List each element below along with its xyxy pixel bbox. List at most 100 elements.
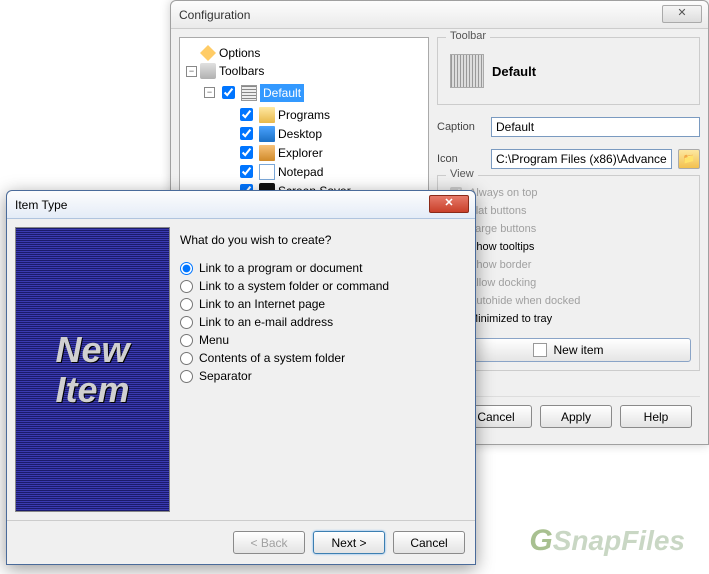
tree-label-default: Default [260, 84, 304, 102]
new-item-button[interactable]: New item [446, 338, 691, 362]
view-group-title: View [446, 168, 478, 180]
collapse-icon[interactable]: − [204, 87, 215, 98]
radio-option[interactable]: Link to a system folder or command [180, 279, 467, 293]
item-close-button[interactable]: ✕ [429, 195, 469, 213]
radio-input[interactable] [180, 280, 193, 293]
help-button[interactable]: Help [620, 405, 692, 428]
config-titlebar[interactable]: Configuration ✕ [171, 1, 708, 29]
watermark: GSnapFiles [529, 524, 685, 558]
icon-row: Icon 📁 [437, 149, 700, 169]
wizard-graphic: New Item [15, 227, 170, 512]
watermark-prefix: G [529, 524, 552, 557]
view-option: Always on top [446, 184, 691, 202]
tree-node-item[interactable]: Notepad [222, 162, 422, 181]
tree-item-icon [259, 107, 275, 123]
radio-option[interactable]: Separator [180, 369, 467, 383]
new-item-icon [533, 343, 547, 357]
new-item-label: New item [553, 343, 603, 357]
radio-label: Link to an e-mail address [199, 315, 333, 329]
wizard-question: What do you wish to create? [180, 233, 467, 247]
radio-input[interactable] [180, 298, 193, 311]
view-option: Large buttons [446, 220, 691, 238]
radio-label: Contents of a system folder [199, 351, 345, 365]
view-option: Autohide when docked [446, 292, 691, 310]
toolbar-group-title: Toolbar [446, 30, 490, 42]
config-close-button[interactable]: ✕ [662, 5, 702, 23]
view-option-label: Flat buttons [469, 202, 526, 220]
tree-item-label: Desktop [278, 125, 322, 143]
browse-icon-button[interactable]: 📁 [678, 149, 700, 169]
next-button[interactable]: Next > [313, 531, 385, 554]
view-option[interactable]: Show tooltips [446, 238, 691, 256]
radio-input[interactable] [180, 262, 193, 275]
tree-item-label: Explorer [278, 144, 323, 162]
toolbar-groupbox: Toolbar Default [437, 37, 700, 105]
watermark-text: SnapFiles [553, 525, 685, 556]
item-dialog-title: Item Type [15, 198, 67, 212]
view-option: Flat buttons [446, 202, 691, 220]
radio-option[interactable]: Link to an Internet page [180, 297, 467, 311]
tree-label-toolbars: Toolbars [219, 62, 264, 80]
caption-label: Caption [437, 121, 485, 133]
caption-input[interactable] [491, 117, 700, 137]
view-option-label: Allow docking [469, 274, 536, 292]
view-groupbox: View Always on topFlat buttonsLarge butt… [437, 175, 700, 371]
apply-button[interactable]: Apply [540, 405, 612, 428]
tree-check-item[interactable] [240, 108, 253, 121]
icon-input[interactable] [491, 149, 672, 169]
tree-check-default[interactable] [222, 86, 235, 99]
wizard-graphic-line2: Item [55, 370, 129, 410]
icon-label: Icon [437, 153, 485, 165]
toolbars-icon [200, 63, 216, 79]
radio-option[interactable]: Link to an e-mail address [180, 315, 467, 329]
view-option-label: Large buttons [469, 220, 536, 238]
radio-input[interactable] [180, 316, 193, 329]
tree-node-toolbars[interactable]: − Toolbars − Default ProgramsDesktopExpl… [186, 62, 422, 200]
radio-label: Menu [199, 333, 229, 347]
tree-check-item[interactable] [240, 127, 253, 140]
radio-input[interactable] [180, 352, 193, 365]
radio-label: Link to a system folder or command [199, 279, 389, 293]
collapse-icon[interactable]: − [186, 66, 197, 77]
radio-input[interactable] [180, 334, 193, 347]
view-option-label: Minimized to tray [469, 310, 552, 328]
radio-option[interactable]: Link to a program or document [180, 261, 467, 275]
tree-check-item[interactable] [240, 146, 253, 159]
tree-item-label: Notepad [278, 163, 323, 181]
radio-label: Link to an Internet page [199, 297, 325, 311]
tree-label-options: Options [219, 44, 260, 62]
toolbar-preview-icon [450, 54, 484, 88]
radio-input[interactable] [180, 370, 193, 383]
tree-node-default[interactable]: − Default ProgramsDesktopExplorerNotepad… [204, 83, 422, 200]
view-option: Allow docking [446, 274, 691, 292]
config-footer: Cancel Apply Help [437, 396, 700, 436]
right-panel: Toolbar Default Caption Icon 📁 View Alwa… [437, 37, 700, 436]
tree-node-item[interactable]: Explorer [222, 143, 422, 162]
tree-item-label: Programs [278, 106, 330, 124]
view-option-label: Autohide when docked [469, 292, 580, 310]
toolbar-preview: Default [446, 46, 691, 96]
radio-option[interactable]: Contents of a system folder [180, 351, 467, 365]
tree-node-options[interactable]: Options [186, 44, 422, 62]
view-option-label: Always on top [469, 184, 537, 202]
view-option[interactable]: Minimized to tray [446, 310, 691, 328]
tree-check-item[interactable] [240, 165, 253, 178]
item-titlebar[interactable]: Item Type ✕ [7, 191, 475, 219]
options-icon [200, 45, 216, 61]
item-cancel-button[interactable]: Cancel [393, 531, 465, 554]
radio-list: Link to a program or document Link to a s… [180, 261, 467, 383]
tree-item-icon [259, 164, 275, 180]
wizard-graphic-line1: New [55, 330, 129, 370]
tree-item-icon [259, 126, 275, 142]
view-option-label: Show border [469, 256, 531, 274]
radio-option[interactable]: Menu [180, 333, 467, 347]
config-title: Configuration [179, 8, 250, 22]
toolbar-preview-label: Default [492, 64, 536, 79]
radio-label: Separator [199, 369, 252, 383]
item-footer: < Back Next > Cancel [7, 520, 475, 564]
tree-node-item[interactable]: Programs [222, 105, 422, 124]
view-option-label: Show tooltips [469, 238, 534, 256]
tree-node-item[interactable]: Desktop [222, 124, 422, 143]
view-option: Show border [446, 256, 691, 274]
radio-label: Link to a program or document [199, 261, 362, 275]
